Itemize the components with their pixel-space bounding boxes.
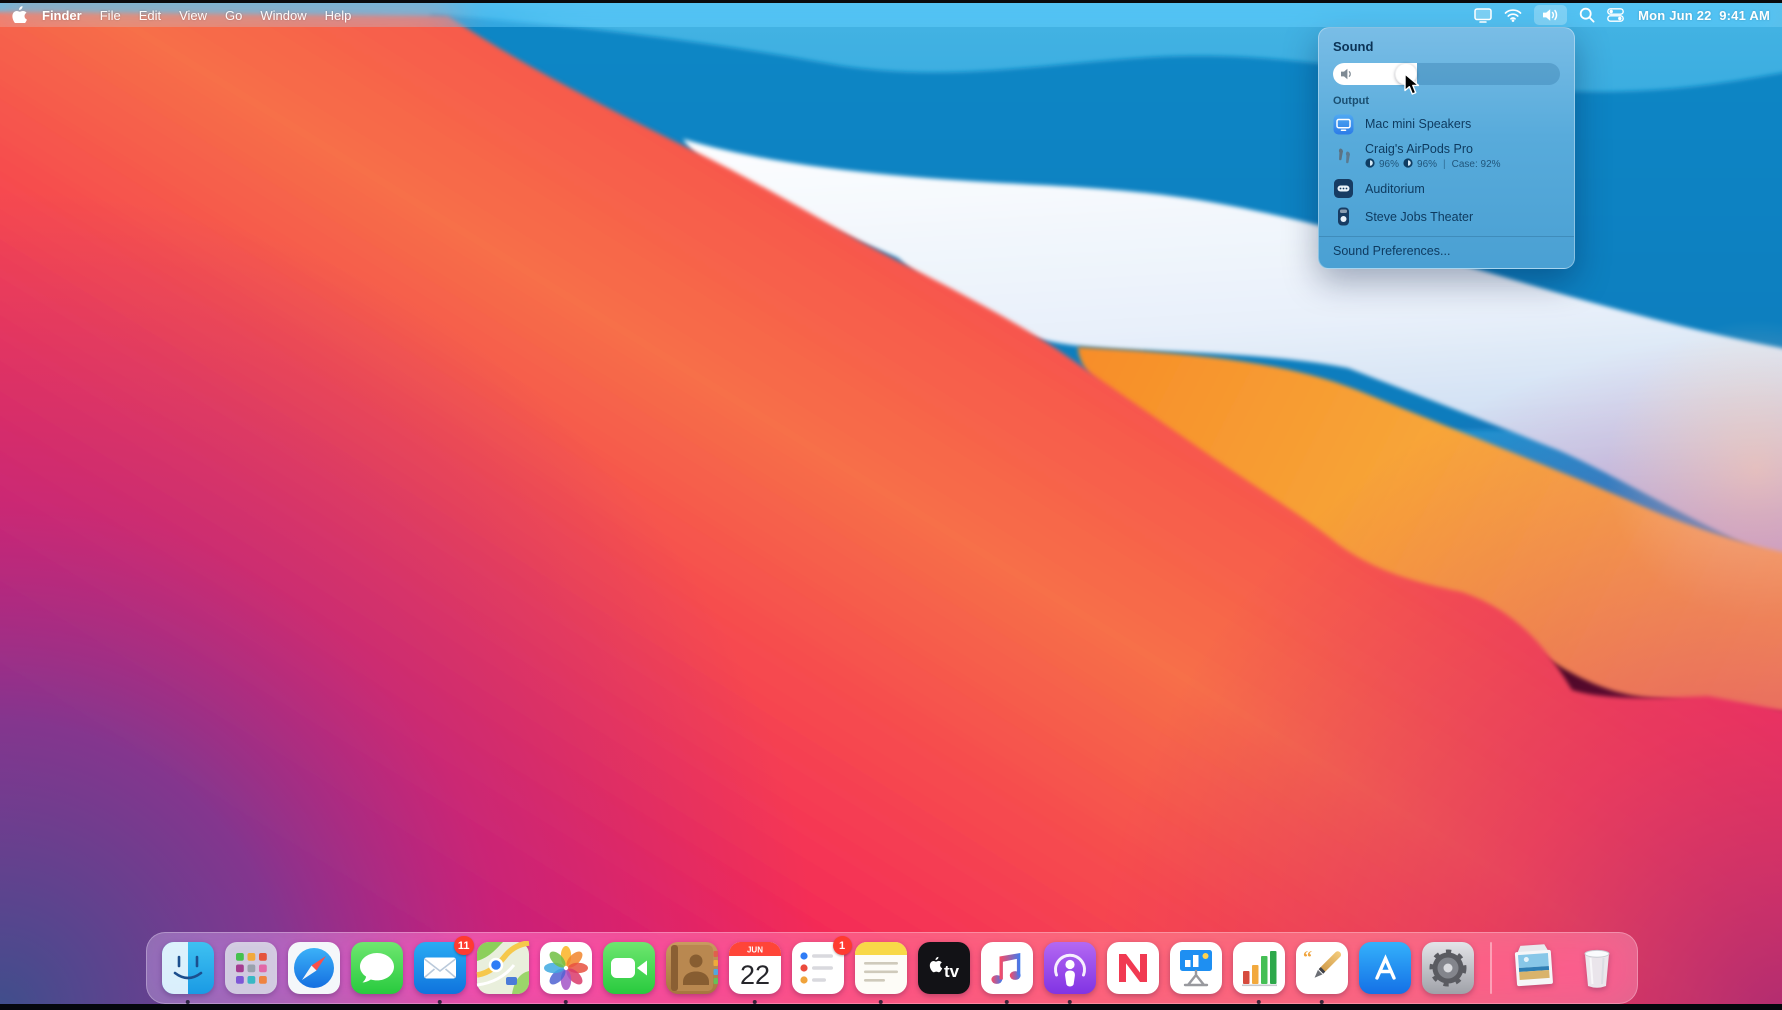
music-icon: [980, 941, 1034, 995]
dock-item-trash[interactable]: [1570, 941, 1624, 995]
svg-text:JUN: JUN: [746, 946, 762, 955]
dock-item-reminders[interactable]: 1: [791, 936, 852, 995]
menu-bar: Finder File Edit View Go Window Help Mon Jun 2…: [0, 3, 1782, 27]
launchpad-icon: [224, 941, 278, 995]
menu-file[interactable]: File: [91, 8, 130, 23]
homepod-icon: [1333, 206, 1354, 227]
letterbox-bottom: [0, 1004, 1782, 1010]
dock-item-safari[interactable]: [287, 941, 341, 995]
output-device-mac-mini-speakers[interactable]: Mac mini Speakers: [1333, 114, 1560, 135]
apple-menu[interactable]: [12, 5, 27, 26]
dock-item-notes[interactable]: [854, 941, 908, 1004]
device-name: Auditorium: [1365, 181, 1425, 196]
apple-logo-icon: [12, 5, 27, 26]
menu-edit[interactable]: Edit: [130, 8, 170, 23]
menu-help[interactable]: Help: [316, 8, 361, 23]
output-device-auditorium[interactable]: Auditorium: [1333, 178, 1560, 199]
device-name: Craig's AirPods Pro: [1365, 142, 1473, 156]
sound-preferences-link[interactable]: Sound Preferences...: [1333, 244, 1560, 258]
notification-badge: 1: [832, 936, 852, 955]
volume-slider[interactable]: [1333, 63, 1560, 85]
dock-item-pages[interactable]: “: [1295, 941, 1349, 1004]
svg-text:22: 22: [739, 960, 769, 990]
dock-item-messages[interactable]: [350, 941, 404, 995]
photostack-icon: [1507, 941, 1561, 995]
dock-item-mail[interactable]: 11: [413, 936, 474, 1004]
finder-icon: [161, 941, 215, 995]
dock: 11 JUN 22 1 tv “: [146, 932, 1638, 1004]
trash-icon: [1570, 941, 1624, 995]
photos-icon: [539, 941, 593, 995]
menu-bar-status-area: Mon Jun 22 9:41 AM: [1474, 5, 1770, 25]
letterbox-top: [0, 0, 1782, 3]
dock-item-facetime[interactable]: [602, 941, 656, 995]
dock-item-calendar[interactable]: JUN 22: [728, 941, 782, 1004]
volume-icon[interactable]: [1534, 5, 1568, 25]
control-center-icon[interactable]: [1607, 8, 1624, 22]
dock-item-numbers[interactable]: [1232, 941, 1286, 1004]
news-icon: [1106, 941, 1160, 995]
device-name: Steve Jobs Theater: [1365, 209, 1474, 224]
output-device-steve-jobs-theater[interactable]: Steve Jobs Theater: [1333, 206, 1560, 227]
dock-item-maps[interactable]: [475, 941, 530, 995]
maps-icon: [475, 941, 530, 995]
output-device-list: Mac mini Speakers Craig's AirPods Pro 96…: [1333, 114, 1560, 227]
dock-item-news[interactable]: [1106, 941, 1160, 995]
right-earbud-battery-icon: [1403, 158, 1413, 171]
podcasts-icon: [1043, 941, 1097, 995]
mac-mini-speakers-icon: [1333, 114, 1354, 135]
notification-badge: 11: [453, 936, 474, 955]
appstore-icon: [1358, 941, 1412, 995]
output-section-label: Output: [1333, 95, 1370, 107]
dock-item-photos[interactable]: [539, 941, 593, 1004]
dock-item-sysprefs[interactable]: [1421, 941, 1475, 995]
svg-text:tv: tv: [944, 962, 960, 981]
airpods-battery-status: 96% 96% | Case: 92%: [1365, 158, 1501, 171]
app-menus: Finder File Edit View Go Window Help: [33, 8, 360, 23]
dock-item-keynote[interactable]: [1169, 941, 1223, 995]
safari-icon: [287, 941, 341, 995]
svg-text:“: “: [1303, 947, 1312, 967]
menu-view[interactable]: View: [170, 8, 216, 23]
dock-item-contacts[interactable]: [665, 941, 719, 995]
dock-item-appletv[interactable]: tv: [917, 941, 971, 995]
appletv-icon: tv: [917, 941, 971, 995]
sound-control-panel: Sound Output Mac mini Speakers Craig's A…: [1318, 27, 1575, 270]
speaker-icon: [1340, 67, 1354, 86]
airpods-icon: [1333, 146, 1354, 167]
contacts-icon: [665, 941, 719, 995]
mouse-cursor: [1404, 73, 1423, 102]
facetime-icon: [602, 941, 656, 995]
dock-item-podcasts[interactable]: [1043, 941, 1097, 1004]
dock-item-finder[interactable]: [161, 941, 215, 1004]
dock-item-music[interactable]: [980, 941, 1034, 1004]
menu-finder[interactable]: Finder: [33, 8, 91, 23]
calendar-icon: JUN 22: [728, 941, 782, 995]
dock-item-launchpad[interactable]: [224, 941, 278, 995]
wifi-icon[interactable]: [1504, 8, 1522, 22]
sound-panel-title: Sound: [1333, 39, 1374, 54]
output-device-craig-s-airpods-pro[interactable]: Craig's AirPods Pro 96% 96% | Case: 92%: [1333, 142, 1560, 171]
apple-tv-icon: [1333, 178, 1354, 199]
numbers-icon: [1232, 941, 1286, 995]
search-icon[interactable]: [1579, 7, 1595, 23]
notes-icon: [854, 941, 908, 995]
panel-divider: [1319, 236, 1574, 238]
dock-item-photostack[interactable]: [1507, 941, 1561, 995]
left-earbud-battery-icon: [1365, 158, 1375, 171]
display-icon[interactable]: [1474, 7, 1492, 23]
device-name: Mac mini Speakers: [1365, 117, 1472, 132]
sysprefs-icon: [1421, 941, 1475, 995]
messages-icon: [350, 941, 404, 995]
pages-icon: “: [1295, 941, 1349, 995]
dock-separator: [1489, 942, 1492, 994]
dock-item-appstore[interactable]: [1358, 941, 1412, 995]
menu-go[interactable]: Go: [216, 8, 251, 23]
menu-window[interactable]: Window: [251, 8, 315, 23]
keynote-icon: [1169, 941, 1223, 995]
menu-bar-clock[interactable]: Mon Jun 22 9:41 AM: [1638, 8, 1770, 23]
